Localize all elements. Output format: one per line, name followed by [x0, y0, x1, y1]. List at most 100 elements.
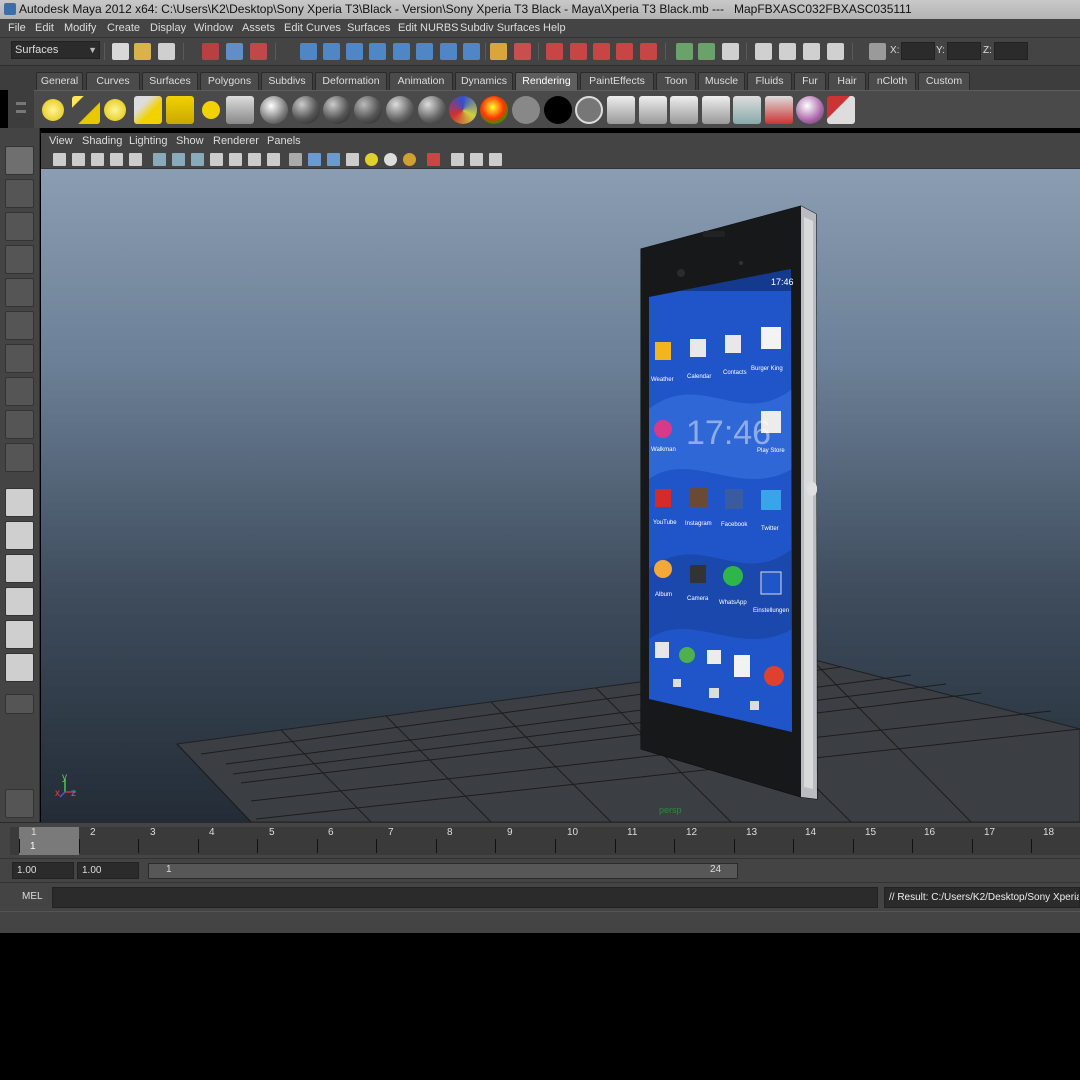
- panel-menu-view[interactable]: View: [49, 135, 73, 147]
- directional-light-icon[interactable]: [72, 96, 100, 124]
- menu-edit-curves[interactable]: Edit Curves: [284, 22, 341, 34]
- select-mask-icon[interactable]: [514, 43, 531, 60]
- persp-graph-hypergraph-layout-icon[interactable]: [5, 653, 34, 682]
- rotate-tool-icon[interactable]: [5, 278, 34, 307]
- shelf-tab-ncloth[interactable]: nCloth: [868, 72, 916, 90]
- ipr-render-icon[interactable]: [570, 43, 587, 60]
- image-plane-icon[interactable]: [110, 153, 123, 166]
- snap-grid-icon[interactable]: [300, 43, 317, 60]
- shelf-tab-subdivs[interactable]: Subdivs: [261, 72, 313, 90]
- xray-joints-icon[interactable]: [470, 153, 483, 166]
- cancel-batch-render-icon[interactable]: [765, 96, 793, 124]
- lasso-tool-icon[interactable]: [5, 179, 34, 208]
- shelf-tab-polygons[interactable]: Polygons: [200, 72, 259, 90]
- current-time-marker[interactable]: [19, 827, 79, 855]
- area-light-icon[interactable]: [166, 96, 194, 124]
- time-slider-track[interactable]: [10, 827, 1080, 855]
- mel-command-input[interactable]: [52, 887, 878, 908]
- shading-map-icon[interactable]: [575, 96, 603, 124]
- spot-light-icon[interactable]: [134, 96, 162, 124]
- attribute-editor-icon[interactable]: [698, 43, 715, 60]
- menu-edit[interactable]: Edit: [35, 22, 54, 34]
- new-scene-icon[interactable]: [112, 43, 129, 60]
- history-icon[interactable]: [416, 43, 433, 60]
- shelf-handle[interactable]: [8, 66, 34, 128]
- select-tool-icon[interactable]: [5, 146, 34, 175]
- field-chart-icon[interactable]: [229, 153, 242, 166]
- shelf-tab-toon[interactable]: Toon: [656, 72, 696, 90]
- safe-title-icon[interactable]: [267, 153, 280, 166]
- ipr-render-current-icon[interactable]: [639, 96, 667, 124]
- phong-shader-icon[interactable]: [354, 96, 382, 124]
- volume-light-icon[interactable]: [202, 101, 220, 119]
- share-icon[interactable]: [489, 153, 502, 166]
- ambient-light-icon[interactable]: [42, 99, 64, 121]
- film-gate-icon[interactable]: [172, 153, 185, 166]
- safe-action-icon[interactable]: [248, 153, 261, 166]
- render-settings-icon[interactable]: [593, 43, 610, 60]
- move-tool-icon[interactable]: [5, 245, 34, 274]
- use-background-icon[interactable]: [544, 96, 572, 124]
- z-field[interactable]: [994, 42, 1028, 60]
- camera-icon[interactable]: [226, 96, 254, 124]
- show-manipulator-icon[interactable]: [5, 410, 34, 439]
- mel-toggle-label[interactable]: MEL: [22, 891, 43, 902]
- paint-tool-icon[interactable]: [827, 96, 855, 124]
- menu-set-select[interactable]: Surfaces ▼: [11, 41, 100, 59]
- paint-select-tool-icon[interactable]: [5, 212, 34, 241]
- blinn-shader-icon[interactable]: [292, 96, 320, 124]
- panel-menu-renderer[interactable]: Renderer: [213, 135, 259, 147]
- tool-settings-icon[interactable]: [722, 43, 739, 60]
- panel-menu-panels[interactable]: Panels: [267, 135, 301, 147]
- script-editor-icon[interactable]: [827, 43, 844, 60]
- menu-assets[interactable]: Assets: [242, 22, 275, 34]
- use-default-lighting-icon[interactable]: [365, 153, 378, 166]
- grid-toggle-icon[interactable]: [153, 153, 166, 166]
- single-perspective-layout-icon[interactable]: [5, 488, 34, 517]
- y-field[interactable]: [947, 42, 981, 60]
- menu-file[interactable]: File: [8, 22, 26, 34]
- snap-point-icon[interactable]: [346, 43, 363, 60]
- resolution-gate-icon[interactable]: [191, 153, 204, 166]
- save-scene-icon[interactable]: [158, 43, 175, 60]
- textured-icon[interactable]: [346, 153, 359, 166]
- shelf-tab-animation[interactable]: Animation: [389, 72, 453, 90]
- wireframe-on-shaded-icon[interactable]: [327, 153, 340, 166]
- ramp-shader-icon[interactable]: [480, 96, 508, 124]
- help-icon[interactable]: [463, 43, 480, 60]
- shelf-tab-custom[interactable]: Custom: [918, 72, 970, 90]
- camera-attributes-icon[interactable]: [72, 153, 85, 166]
- shelf-tab-fluids[interactable]: Fluids: [747, 72, 792, 90]
- panel-menu-shading[interactable]: Shading: [82, 135, 122, 147]
- input-ops-icon[interactable]: [440, 43, 457, 60]
- use-all-lights-icon[interactable]: [384, 153, 397, 166]
- shelf-tab-painteffects[interactable]: PaintEffects: [580, 72, 654, 90]
- panel-menu-lighting[interactable]: Lighting: [129, 135, 168, 147]
- x-field[interactable]: [901, 42, 935, 60]
- transform-mode-icon[interactable]: [869, 43, 886, 60]
- graph-editor-icon[interactable]: [779, 43, 796, 60]
- menu-help[interactable]: Help: [543, 22, 566, 34]
- layered-shader-icon[interactable]: [449, 96, 477, 124]
- four-view-layout-icon[interactable]: [5, 521, 34, 550]
- shelf-tab-fur[interactable]: Fur: [794, 72, 826, 90]
- smooth-shade-icon[interactable]: [308, 153, 321, 166]
- select-camera-icon[interactable]: [53, 153, 66, 166]
- range-slider-bar[interactable]: [148, 863, 738, 879]
- persp-outliner-layout-icon[interactable]: [5, 554, 34, 583]
- menu-surfaces[interactable]: Surfaces: [347, 22, 390, 34]
- menu-display[interactable]: Display: [150, 22, 186, 34]
- dope-sheet-icon[interactable]: [803, 43, 820, 60]
- render-frame-icon[interactable]: [546, 43, 563, 60]
- outliner-icon[interactable]: [755, 43, 772, 60]
- ibl-sphere-icon[interactable]: [260, 96, 288, 124]
- scale-tool-icon[interactable]: [5, 311, 34, 340]
- hypershade-icon[interactable]: [616, 43, 633, 60]
- shelf-tab-deformation[interactable]: Deformation: [315, 72, 387, 90]
- render-current-frame-icon[interactable]: [607, 96, 635, 124]
- magnet-icon[interactable]: [640, 43, 657, 60]
- isolate-select-icon[interactable]: [451, 153, 464, 166]
- hypershade-shelf-icon[interactable]: [796, 96, 824, 124]
- bookmarks-icon[interactable]: [91, 153, 104, 166]
- wireframe-icon[interactable]: [289, 153, 302, 166]
